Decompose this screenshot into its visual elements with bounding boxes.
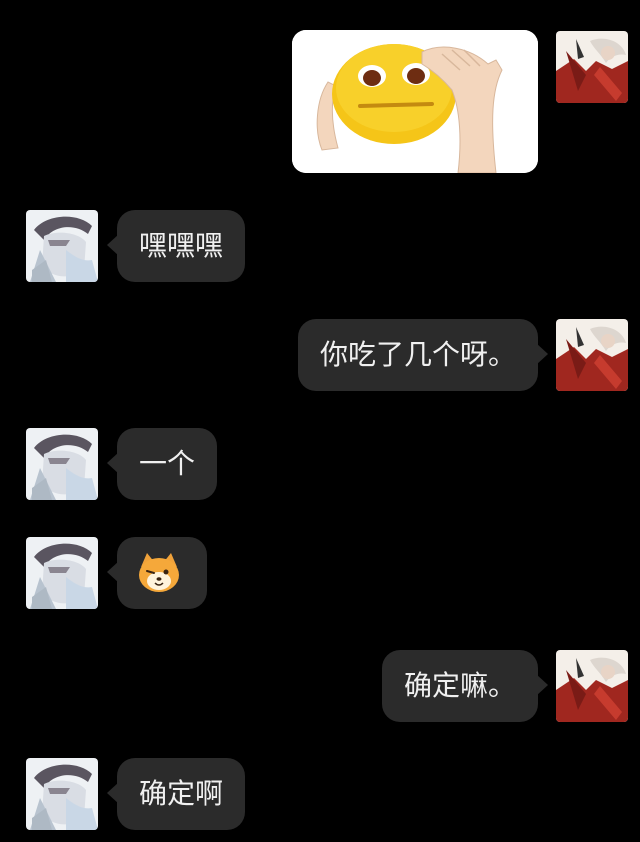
yellow-face-salute-sticker: [292, 30, 538, 173]
message-text: 一个: [139, 447, 196, 480]
avatar-image: [26, 428, 98, 500]
sticker-message[interactable]: [292, 30, 538, 173]
contact-avatar-right[interactable]: [556, 319, 628, 391]
contact-avatar-left[interactable]: [26, 428, 98, 500]
contact-avatar-right[interactable]: [556, 650, 628, 722]
message-text: 确定啊: [139, 777, 224, 810]
contact-avatar-left[interactable]: [26, 537, 98, 609]
message-text: 确定嘛。: [403, 669, 516, 702]
message-bubble-received[interactable]: 确定啊: [106, 758, 246, 830]
avatar-image: [26, 537, 98, 609]
avatar-image: [26, 758, 98, 830]
contact-avatar-right[interactable]: [556, 31, 628, 103]
avatar-image: [556, 650, 628, 722]
message-bubble-received[interactable]: [107, 537, 207, 609]
shiba-dog-face-emoji: [139, 553, 179, 592]
message-bubble-sent[interactable]: 你吃了几个呀。: [297, 319, 549, 391]
avatar-image: [26, 210, 98, 282]
message-bubble-received[interactable]: 嘿嘿嘿: [106, 210, 246, 282]
message-text: 你吃了几个呀。: [319, 338, 516, 371]
message-bubble-received[interactable]: 一个: [106, 428, 218, 500]
message-text: 嘿嘿嘿: [139, 229, 224, 262]
contact-avatar-left[interactable]: [26, 758, 98, 830]
avatar-image: [556, 319, 628, 391]
contact-avatar-left[interactable]: [26, 210, 98, 282]
avatar-image: [556, 31, 628, 103]
message-bubble-sent[interactable]: 确定嘛。: [381, 650, 549, 722]
